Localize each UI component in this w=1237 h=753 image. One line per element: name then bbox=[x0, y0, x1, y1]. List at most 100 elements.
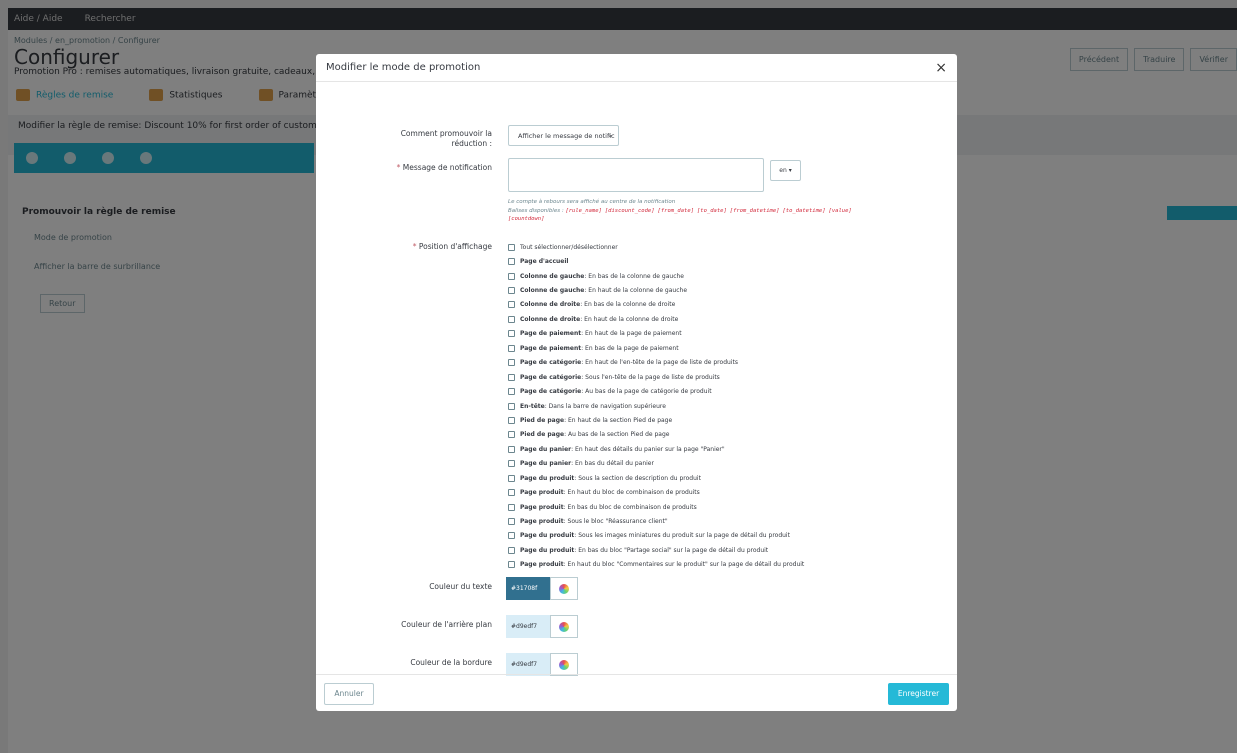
position-option[interactable]: Page du produit : En bas du bloc "Partag… bbox=[508, 543, 948, 557]
text-color-field[interactable]: #31708f bbox=[506, 577, 578, 600]
position-option[interactable]: Pied de page : Au bas de la section Pied… bbox=[508, 428, 948, 442]
checkbox[interactable] bbox=[508, 518, 515, 526]
position-description: : Sous l'en-tête de la page de liste de … bbox=[581, 373, 720, 381]
bg-color-field[interactable]: #d9edf7 bbox=[506, 615, 578, 638]
border-color-field[interactable]: #d9edf7 bbox=[506, 653, 578, 676]
notification-message-input[interactable] bbox=[508, 158, 764, 192]
save-button[interactable]: Enregistrer bbox=[888, 683, 949, 705]
checkbox[interactable] bbox=[508, 373, 515, 381]
checkbox[interactable] bbox=[508, 330, 515, 338]
bg-color-value[interactable]: #d9edf7 bbox=[506, 615, 550, 638]
color-picker-button[interactable] bbox=[550, 653, 578, 676]
checkbox[interactable] bbox=[508, 359, 515, 367]
checkbox[interactable] bbox=[508, 445, 515, 453]
position-page: Pied de page bbox=[520, 416, 565, 424]
close-icon[interactable]: × bbox=[935, 61, 947, 75]
position-option[interactable]: Page de catégorie : En haut de l'en-tête… bbox=[508, 356, 948, 370]
chevron-down-icon: ⌄ bbox=[607, 131, 613, 139]
checkbox[interactable] bbox=[508, 301, 515, 309]
promote-select[interactable]: Afficher le message de notific ⌄ bbox=[508, 125, 619, 146]
position-description: : En bas de la colonne de gauche bbox=[584, 272, 684, 280]
checkbox[interactable] bbox=[508, 416, 515, 424]
position-option[interactable]: Page du produit : Sous la section de des… bbox=[508, 471, 948, 485]
position-option[interactable]: Colonne de droite : En haut de la colonn… bbox=[508, 312, 948, 326]
position-description: : En haut de l'en-tête de la page de lis… bbox=[581, 359, 738, 367]
position-page: Pied de page bbox=[520, 431, 565, 439]
checkbox[interactable] bbox=[508, 561, 515, 569]
position-description: : En bas de la page de paiement bbox=[581, 344, 679, 352]
position-page: Page de catégorie bbox=[520, 359, 582, 367]
checkbox[interactable] bbox=[508, 546, 515, 554]
help-line: Le compte à rebours sera affiché au cent… bbox=[508, 199, 676, 205]
tag-item: [rule_name] bbox=[565, 207, 602, 214]
help-prefix: Balises disponibles : bbox=[508, 207, 564, 214]
position-description: : En haut de la colonne de gauche bbox=[584, 287, 688, 295]
position-option[interactable]: Page produit : Sous le bloc "Réassurance… bbox=[508, 514, 948, 528]
checkbox[interactable] bbox=[508, 315, 515, 323]
color-wheel-icon bbox=[559, 583, 569, 594]
position-option[interactable]: Page du produit : Sous les images miniat… bbox=[508, 529, 948, 543]
position-option[interactable]: Pied de page : En haut de la section Pie… bbox=[508, 413, 948, 427]
checkbox[interactable] bbox=[508, 503, 515, 511]
text-color-label: Couleur du texte bbox=[429, 582, 492, 591]
position-option[interactable]: Page produit : En bas du bloc de combina… bbox=[508, 500, 948, 514]
position-page: Page du produit bbox=[520, 532, 575, 540]
position-option[interactable]: Page produit : En haut du bloc "Commenta… bbox=[508, 558, 948, 572]
language-value: en bbox=[779, 167, 787, 174]
position-label-text: Position d'affichage bbox=[418, 242, 492, 251]
position-option[interactable]: Page de paiement : En bas de la page de … bbox=[508, 341, 948, 355]
position-option[interactable]: Tout sélectionner/désélectionner bbox=[508, 240, 948, 254]
checkbox[interactable] bbox=[508, 532, 515, 540]
checkbox[interactable] bbox=[508, 431, 515, 439]
checkbox[interactable] bbox=[508, 474, 515, 482]
tag-item: [to_date] bbox=[696, 207, 727, 214]
position-option[interactable]: Colonne de gauche : En haut de la colonn… bbox=[508, 283, 948, 297]
checkbox[interactable] bbox=[508, 258, 515, 266]
checkbox[interactable] bbox=[508, 402, 515, 410]
position-description: : En haut de la page de paiement bbox=[581, 330, 682, 338]
language-dropdown[interactable]: en ▾ bbox=[770, 160, 801, 181]
position-option[interactable]: En-tête : Dans la barre de navigation su… bbox=[508, 399, 948, 413]
text-color-value[interactable]: #31708f bbox=[506, 577, 550, 600]
position-label: * Position d'affichage bbox=[412, 242, 492, 251]
position-description: : Au bas de la section Pied de page bbox=[564, 431, 670, 439]
checkbox[interactable] bbox=[508, 243, 515, 251]
position-option[interactable]: Page du panier : En bas du détail du pan… bbox=[508, 457, 948, 471]
checkbox[interactable] bbox=[508, 344, 515, 352]
tags-line: Balises disponibles : [rule_name] [discou… bbox=[508, 207, 858, 224]
checkbox[interactable] bbox=[508, 489, 515, 497]
tag-item: [discount_code] bbox=[604, 207, 655, 214]
checkbox[interactable] bbox=[508, 287, 515, 295]
position-description: : Dans la barre de navigation supérieure bbox=[544, 402, 666, 410]
tag-item: [to_datetime] bbox=[782, 207, 826, 214]
position-description: : Sous la section de description du prod… bbox=[574, 474, 701, 482]
border-color-value[interactable]: #d9edf7 bbox=[506, 653, 550, 676]
checkbox[interactable] bbox=[508, 460, 515, 468]
position-description: : En bas du détail du panier bbox=[571, 460, 654, 468]
position-page: Colonne de gauche bbox=[520, 272, 585, 280]
position-checkbox-list: Tout sélectionner/désélectionner Page d'a… bbox=[508, 240, 948, 572]
position-option[interactable]: Colonne de gauche : En bas de la colonne… bbox=[508, 269, 948, 283]
color-wheel-icon bbox=[559, 621, 569, 632]
position-page: En-tête bbox=[520, 402, 545, 410]
position-page: Page de catégorie bbox=[520, 373, 582, 381]
position-page: Page du produit bbox=[520, 474, 575, 482]
position-option[interactable]: Page de catégorie : Au bas de la page de… bbox=[508, 384, 948, 398]
checkbox[interactable] bbox=[508, 272, 515, 280]
position-description: : Sous les images miniatures du produit … bbox=[574, 532, 790, 540]
position-option[interactable]: Page de catégorie : Sous l'en-tête de la… bbox=[508, 370, 948, 384]
cancel-button[interactable]: Annuler bbox=[324, 683, 374, 705]
modal-header: Modifier le mode de promotion × bbox=[316, 54, 957, 82]
position-option[interactable]: Page du panier : En haut des détails du … bbox=[508, 442, 948, 456]
position-option[interactable]: Page produit : En haut du bloc de combin… bbox=[508, 485, 948, 499]
color-picker-button[interactable] bbox=[550, 577, 578, 600]
checkbox[interactable] bbox=[508, 388, 515, 396]
tag-item: [from_datetime] bbox=[729, 207, 780, 214]
color-picker-button[interactable] bbox=[550, 615, 578, 638]
position-option[interactable]: Page de paiement : En haut de la page de… bbox=[508, 327, 948, 341]
position-description: : En bas du bloc "Partage social" sur la… bbox=[574, 546, 769, 554]
position-page: Colonne de droite bbox=[520, 315, 581, 323]
position-description: Tout sélectionner/désélectionner bbox=[520, 243, 618, 251]
position-option[interactable]: Colonne de droite : En bas de la colonne… bbox=[508, 298, 948, 312]
position-option[interactable]: Page d'accueil bbox=[508, 254, 948, 268]
